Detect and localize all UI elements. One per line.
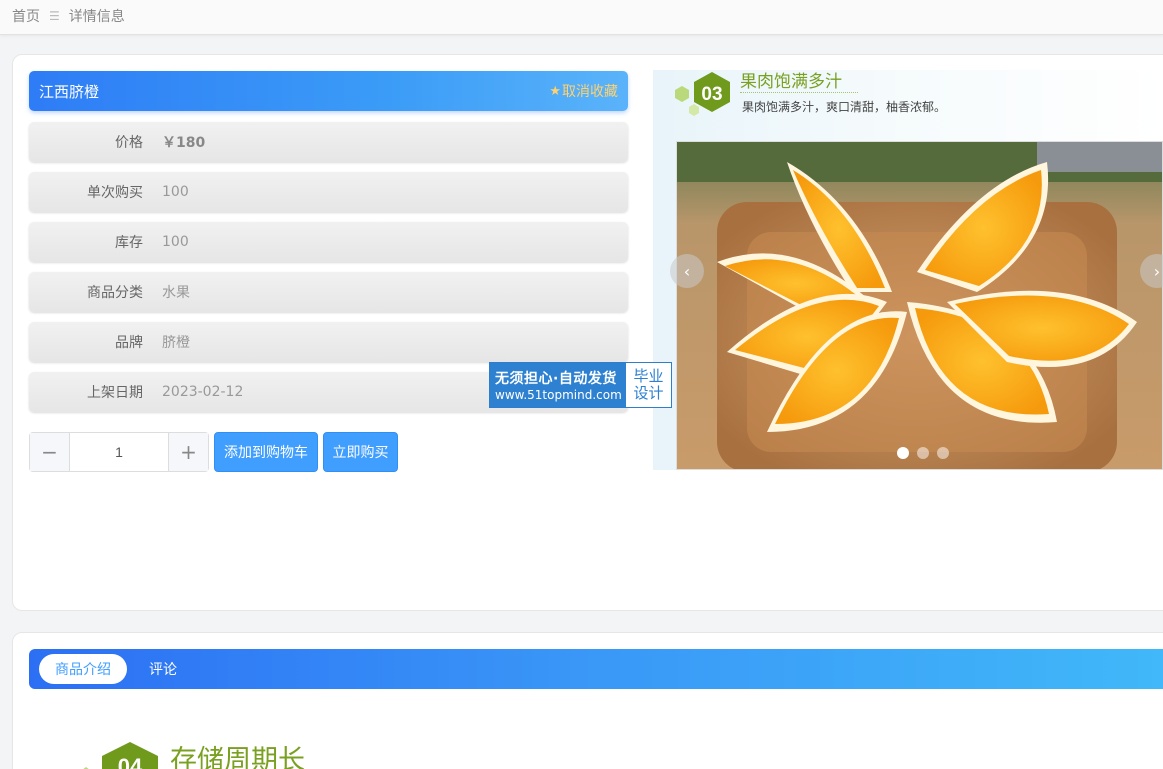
buy-now-button[interactable]: 立即购买 (323, 432, 398, 472)
breadcrumb-home[interactable]: 首页 (12, 6, 40, 26)
price-row: 价格 ￥180 (29, 122, 628, 162)
price-label: 价格 (115, 135, 143, 151)
carousel-dot-3[interactable] (937, 447, 949, 459)
category-row: 商品分类 水果 (29, 272, 628, 312)
section-title: 存储周期长 (170, 745, 305, 769)
listing-date-value: 2023-02-12 (162, 384, 244, 400)
section-number: 04 (118, 754, 143, 769)
stock-row: 库存 100 (29, 222, 628, 262)
product-image-carousel[interactable] (676, 141, 1163, 470)
quantity-decrease-button[interactable]: − (30, 433, 70, 471)
section-hexagon-icon: 04 (83, 742, 158, 769)
chevron-right-icon: › (1153, 261, 1161, 281)
product-title-bar: 江西脐橙 ★ 取消收藏 (29, 71, 628, 111)
listing-date-label: 上架日期 (87, 385, 143, 401)
single-purchase-row: 单次购买 100 (29, 172, 628, 212)
watermark-line1: 无须担心·自动发货 (495, 371, 617, 387)
add-to-cart-button[interactable]: 添加到购物车 (214, 432, 318, 472)
feature-title: 果肉饱满多汁 (740, 72, 842, 92)
tab-product-intro[interactable]: 商品介绍 (39, 654, 127, 684)
quantity-input[interactable] (70, 433, 168, 471)
watermark-line2: www.51topmind.com (495, 388, 622, 402)
stock-label: 库存 (115, 235, 143, 251)
top-bar: 首页 ☰ 详情信息 (0, 0, 1163, 35)
unfavorite-label: 取消收藏 (562, 84, 618, 100)
single-purchase-label: 单次购买 (87, 185, 143, 201)
breadcrumb: 首页 ☰ 详情信息 (12, 6, 125, 26)
single-purchase-value: 100 (162, 184, 189, 200)
feature-number: 03 (701, 84, 722, 105)
carousel-indicators (897, 447, 949, 459)
category-label: 商品分类 (87, 285, 143, 301)
quantity-increase-button[interactable]: + (168, 433, 208, 471)
carousel-dot-2[interactable] (917, 447, 929, 459)
menu-icon: ☰ (49, 9, 60, 23)
watermark-overlay: 无须担心·自动发货 www.51topmind.com 毕业 设计 (489, 362, 672, 408)
watermark-left: 无须担心·自动发货 www.51topmind.com (490, 363, 626, 407)
hexagon-badge-icon: 03 (675, 72, 730, 116)
star-icon: ★ (549, 83, 561, 99)
watermark-right2: 设计 (633, 384, 664, 402)
quantity-stepper: − + (29, 432, 209, 472)
breadcrumb-current: 详情信息 (68, 9, 125, 25)
unfavorite-button[interactable]: ★ 取消收藏 (549, 81, 618, 101)
price-value: ￥180 (162, 135, 206, 151)
orange-slices-image (677, 142, 1162, 469)
brand-label: 品牌 (115, 335, 143, 351)
feature-description: 果肉饱满多汁，爽口清甜，柚香浓郁。 (742, 100, 947, 114)
tab-comments[interactable]: 评论 (149, 659, 177, 679)
product-tab-bar: 商品介绍 评论 (29, 649, 1163, 689)
category-value: 水果 (162, 285, 190, 301)
watermark-right1: 毕业 (633, 367, 664, 385)
carousel-prev-button[interactable]: ‹ (670, 254, 704, 288)
stock-value: 100 (162, 234, 189, 250)
chevron-left-icon: ‹ (683, 261, 691, 281)
brand-row: 品牌 脐橙 (29, 322, 628, 362)
brand-value: 脐橙 (162, 335, 190, 351)
feature-divider (740, 92, 858, 93)
product-name: 江西脐橙 (39, 82, 100, 101)
carousel-dot-1[interactable] (897, 447, 909, 459)
watermark-right: 毕业 设计 (626, 363, 671, 407)
